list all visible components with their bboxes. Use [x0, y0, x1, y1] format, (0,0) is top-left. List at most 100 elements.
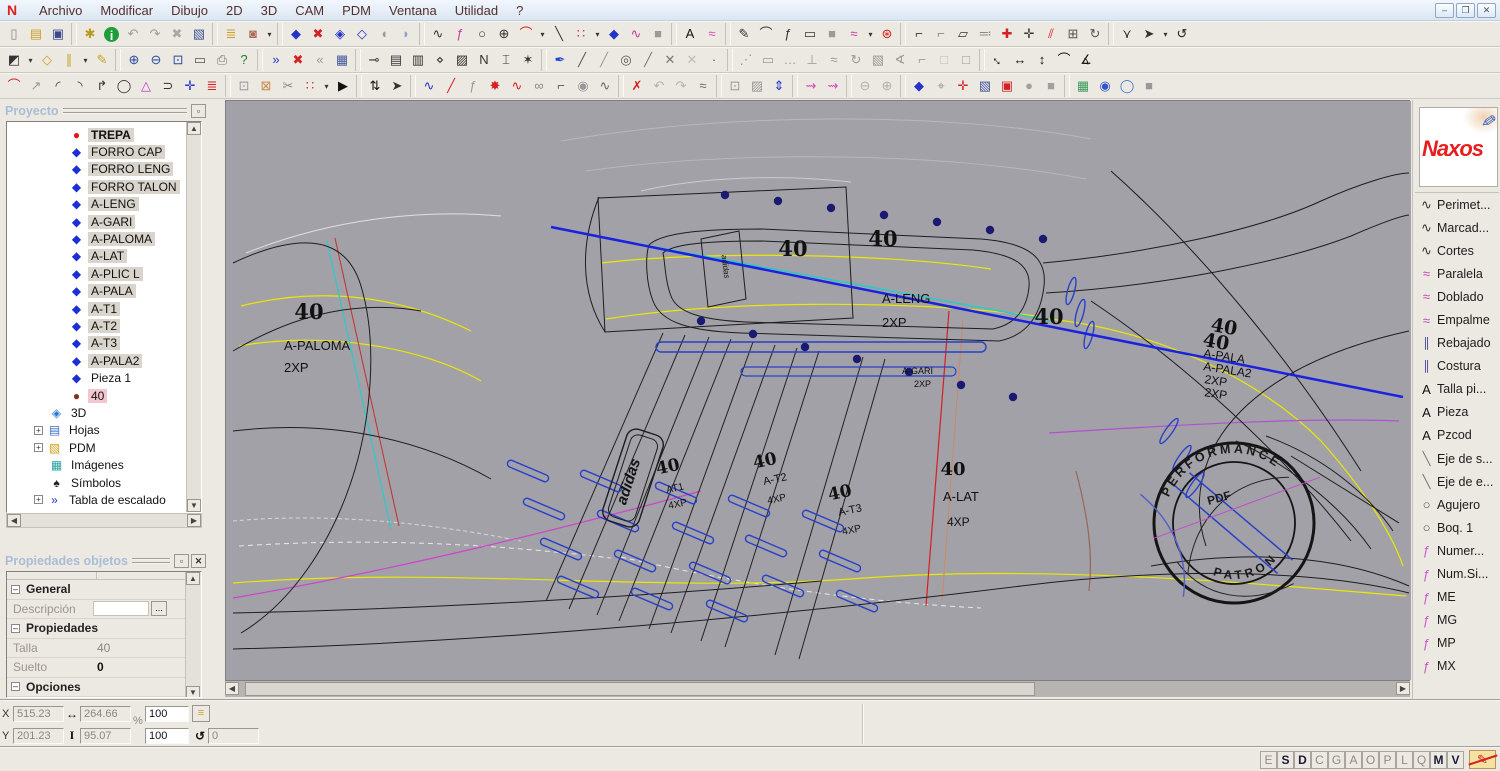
corner-trim-icon[interactable]: ⌐ — [908, 23, 930, 45]
insert-piece-icon[interactable]: ◆ — [285, 23, 307, 45]
cross-lines-icon[interactable]: ✕ — [659, 49, 681, 71]
text-icon[interactable]: A — [679, 23, 701, 45]
tree-item-a-leng[interactable]: ◆ A-LENG — [7, 196, 201, 213]
paste-icon[interactable]: ⊠ — [255, 75, 277, 97]
diamond-axis-icon[interactable]: ⋄ — [429, 49, 451, 71]
property-section-opciones[interactable]: – Opciones — [7, 677, 185, 697]
tool-numer-[interactable]: ƒ Numer... — [1415, 539, 1499, 562]
export-form-icon[interactable]: ▧ — [188, 23, 210, 45]
dropdown-arrow-icon[interactable]: ▾ — [865, 30, 876, 39]
next-size-icon[interactable]: » — [265, 49, 287, 71]
pieces-dotted-icon[interactable]: ◈ — [329, 23, 351, 45]
line-simple-icon[interactable]: ╱ — [593, 49, 615, 71]
tool-agujero[interactable]: ○ Agujero — [1415, 493, 1499, 516]
box-gray-icon[interactable]: ■ — [1040, 75, 1062, 97]
menu--[interactable]: ? — [507, 1, 532, 20]
fillet-corner-icon[interactable]: ◜ — [47, 75, 69, 97]
tree-item-a-pala2[interactable]: ◆ A-PALA2 — [7, 352, 201, 369]
circle-arrow-icon[interactable]: ⊛ — [876, 23, 898, 45]
properties-panel-maximize-button[interactable]: ▫ — [174, 554, 189, 568]
apply-curve-line-icon[interactable]: ⇝ — [822, 75, 844, 97]
line-red-icon[interactable]: ╱ — [440, 75, 462, 97]
pattern-select-icon[interactable]: ◩ — [3, 49, 25, 71]
delete-icon[interactable]: ✖ — [166, 23, 188, 45]
snap-toggle-d[interactable]: D — [1294, 750, 1311, 769]
tool-doblado[interactable]: ≈ Doblado — [1415, 285, 1499, 308]
snap-toggle-a[interactable]: A — [1345, 750, 1362, 769]
tree-item-hojas[interactable]: + ▤ Hojas — [7, 422, 201, 439]
drawing-canvas[interactable]: PERFORMANCE PATRON PDF 4040 4040 404040 404… — [226, 101, 1411, 680]
d-shape-icon[interactable]: ⊃ — [157, 75, 179, 97]
tool-eje-de-e-[interactable]: ╲ Eje de e... — [1415, 470, 1499, 493]
tree-item-a-t2[interactable]: ◆ A-T2 — [7, 317, 201, 334]
measure-area-icon[interactable]: ▧ — [867, 49, 889, 71]
line-two-points-icon[interactable]: ╱ — [571, 49, 593, 71]
curve-red-nodes-icon[interactable]: ∿ — [506, 75, 528, 97]
box-dotted-arrow-icon[interactable]: □ — [955, 49, 977, 71]
prev-size-icon[interactable]: « — [309, 49, 331, 71]
shape-last-icon[interactable]: ■ — [1138, 75, 1160, 97]
delete-piece-icon[interactable]: ✖ — [307, 23, 329, 45]
box-diagonal-icon[interactable]: ▨ — [451, 49, 473, 71]
explode-icon[interactable]: ✸ — [484, 75, 506, 97]
curve-f2-icon[interactable]: ƒ — [777, 23, 799, 45]
trapezoid-icon[interactable]: ▱ — [952, 23, 974, 45]
canvas-horizontal-scrollbar[interactable]: ◀ ▶ — [225, 681, 1410, 697]
double-pen-icon[interactable]: ∥ — [58, 49, 80, 71]
select-cross-icon[interactable]: ➤ — [386, 75, 408, 97]
tree-item-s-mbolos[interactable]: ♠ Símbolos — [7, 474, 201, 491]
tool-me[interactable]: ƒ ME — [1415, 586, 1499, 609]
property-section-propiedades[interactable]: – Propiedades — [7, 619, 185, 639]
tree-item-40[interactable]: ● 40 — [7, 387, 201, 404]
measure-corner-icon[interactable]: ⌐ — [911, 49, 933, 71]
box-dotted-icon[interactable]: □ — [933, 49, 955, 71]
properties-vertical-scrollbar[interactable]: ▲ ▼ — [185, 572, 201, 697]
scale-x-field[interactable]: 100 — [145, 705, 189, 722]
dropdown-arrow-icon[interactable]: ▾ — [321, 82, 332, 91]
properties-panel-close-button[interactable]: ✕ — [191, 554, 206, 568]
dropdown-arrow-icon[interactable]: ▾ — [80, 56, 91, 65]
project-tree-vertical-scrollbar[interactable]: ▲ ▼ — [186, 122, 201, 512]
small-point-icon[interactable]: · — [703, 49, 725, 71]
property-value[interactable]: 40 — [93, 641, 185, 655]
minimize-button[interactable]: – — [1435, 2, 1454, 18]
measure-ruler-icon[interactable]: ▭ — [189, 49, 211, 71]
tree-item-pieza-1[interactable]: ◆ Pieza 1 — [7, 369, 201, 386]
tool-boq-1[interactable]: ○ Boq. 1 — [1415, 516, 1499, 539]
perpendicular-icon[interactable]: ⊥ — [801, 49, 823, 71]
palette-icon[interactable]: ◙ — [242, 23, 264, 45]
menu-3d[interactable]: 3D — [252, 1, 287, 20]
colored-lines-icon[interactable]: ≣ — [201, 75, 223, 97]
property-value[interactable] — [93, 601, 149, 617]
axis-colored-icon[interactable]: ✛ — [952, 75, 974, 97]
menu-modificar[interactable]: Modificar — [91, 1, 162, 20]
y-coordinate-field[interactable]: 201.23 — [13, 727, 64, 744]
red-cross-icon[interactable]: ✚ — [996, 23, 1018, 45]
measure-points-icon[interactable]: ⋰ — [735, 49, 757, 71]
scroll-right-icon[interactable]: ▶ — [187, 514, 201, 527]
tool-eje-de-s-[interactable]: ╲ Eje de s... — [1415, 447, 1499, 470]
options-gears-icon[interactable]: ✱ — [79, 23, 101, 45]
wave-edit-icon[interactable]: ≈ — [843, 23, 865, 45]
cross-dotted-icon[interactable]: ✕ — [681, 49, 703, 71]
flip-vertical-icon[interactable]: ⇅ — [364, 75, 386, 97]
tool-mg[interactable]: ƒ MG — [1415, 609, 1499, 632]
expand-icon[interactable]: + — [34, 425, 43, 435]
arc-points-icon[interactable]: ⌒ — [3, 75, 25, 97]
checkbox-options-icon[interactable]: ▣ — [996, 75, 1018, 97]
scroll-up-icon[interactable]: ▲ — [187, 122, 201, 135]
collapse-icon[interactable]: – — [11, 682, 20, 692]
menu-utilidad[interactable]: Utilidad — [446, 1, 507, 20]
expand-icon[interactable]: + — [34, 443, 43, 453]
arc-icon[interactable]: ⌒ — [515, 23, 537, 45]
tree-item-forro-leng[interactable]: ◆ FORRO LENG — [7, 161, 201, 178]
menu-dibujo[interactable]: Dibujo — [162, 1, 217, 20]
measure-angle-icon[interactable]: ∢ — [889, 49, 911, 71]
scroll-down-icon[interactable]: ▼ — [187, 499, 201, 512]
zoom-gray2-icon[interactable]: ⊕ — [876, 75, 898, 97]
height-field[interactable]: 95.07 — [80, 727, 131, 744]
needle-point-icon[interactable]: ✗ — [626, 75, 648, 97]
nodes-tool-icon[interactable]: ∷ — [570, 23, 592, 45]
tree-item-tabla-de-escalado[interactable]: + » Tabla de escalado — [7, 491, 201, 508]
snap-toggle-m[interactable]: M — [1430, 750, 1447, 769]
